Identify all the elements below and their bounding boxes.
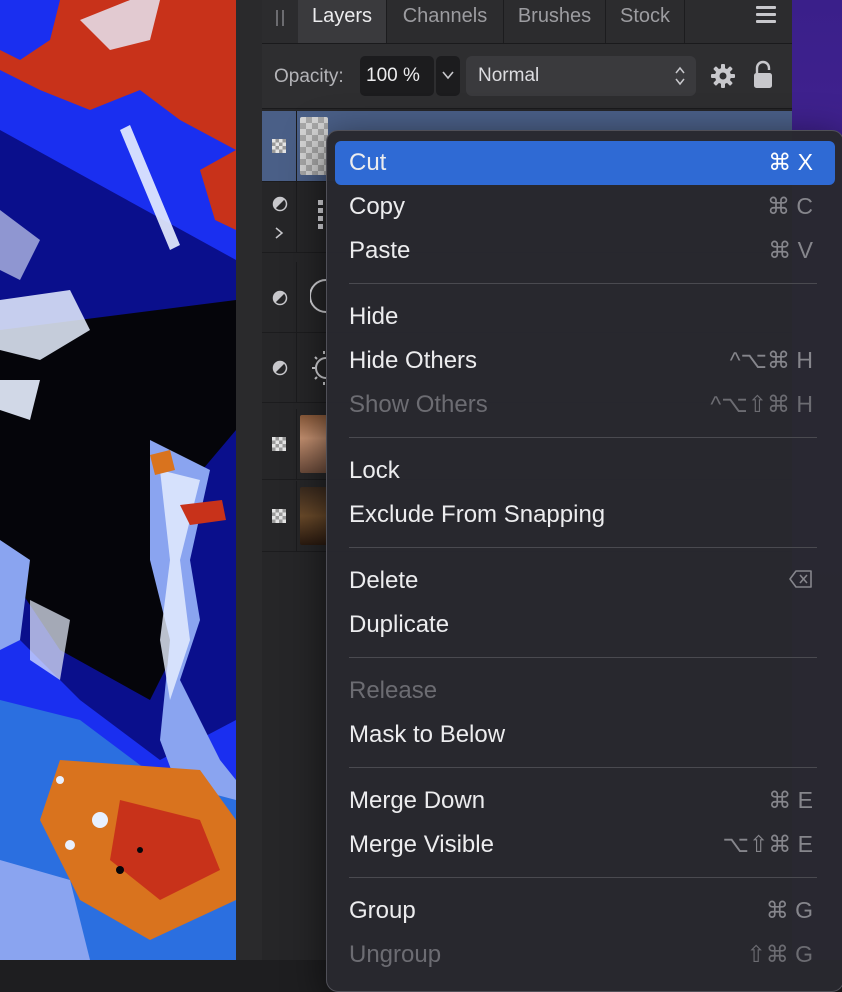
menu-item-label: Delete <box>349 567 419 594</box>
menu-separator <box>349 767 817 768</box>
menu-item-label: Hide <box>349 303 399 330</box>
grip-icon[interactable] <box>276 10 286 26</box>
menu-item-shortcut: ⌥⇧⌘ E <box>722 831 813 857</box>
menu-item-cut[interactable]: Cut ⌘ X <box>335 141 835 185</box>
canvas-artwork <box>0 0 236 960</box>
menu-item-label: Lock <box>349 457 400 484</box>
layer-thumbnail <box>300 117 328 175</box>
layer-type-cell <box>262 409 297 479</box>
menu-item-show-others[interactable]: Show Others ^⌥⇧⌘ H <box>335 383 835 427</box>
menu-item-exclude-from-snapping[interactable]: Exclude From Snapping <box>335 493 835 537</box>
tab-brushes[interactable]: Brushes <box>504 0 606 43</box>
blend-mode-select[interactable]: Normal <box>466 56 696 96</box>
menu-item-label: Duplicate <box>349 611 450 638</box>
layer-type-cell <box>262 262 297 332</box>
menu-item-shortcut: ^⌥⌘ H <box>729 347 813 373</box>
tab-layers[interactable]: Layers <box>298 0 387 43</box>
layer-thumbnail <box>300 415 328 473</box>
menu-item-shortcut: ⌘ V <box>768 237 813 263</box>
menu-item-hide-others[interactable]: Hide Others ^⌥⌘ H <box>335 339 835 383</box>
gear-icon[interactable] <box>710 63 736 89</box>
tab-channels[interactable]: Channels <box>387 0 504 43</box>
menu-item-paste[interactable]: Paste ⌘ V <box>335 229 835 273</box>
half-circle-icon <box>272 290 288 306</box>
menu-item-release[interactable]: Release <box>335 669 835 713</box>
menu-separator <box>349 547 817 548</box>
opacity-dropdown-button[interactable] <box>436 56 460 96</box>
checkerboard-icon <box>272 437 286 451</box>
layer-type-cell <box>262 481 297 551</box>
menu-separator <box>349 437 817 438</box>
layer-options-bar: Opacity: 100 % Normal <box>262 44 792 109</box>
half-circle-icon <box>272 360 288 376</box>
menu-item-duplicate[interactable]: Duplicate <box>335 603 835 647</box>
checkerboard-icon <box>272 139 286 153</box>
hamburger-menu-icon[interactable] <box>756 6 776 24</box>
menu-item-hide[interactable]: Hide <box>335 295 835 339</box>
delete-key-icon <box>789 570 812 588</box>
up-down-chevron-icon <box>675 66 685 86</box>
menu-separator <box>349 283 817 284</box>
menu-item-shortcut: ⌘ G <box>765 897 813 923</box>
layer-thumbnail <box>300 487 328 545</box>
chevron-right-icon[interactable] <box>273 226 285 240</box>
menu-item-delete[interactable]: Delete <box>335 559 835 603</box>
group-layer-icon <box>318 200 323 229</box>
opacity-field[interactable]: 100 % <box>360 56 434 96</box>
menu-item-shortcut: ⌘ X <box>768 149 813 175</box>
menu-item-shortcut: ⌘ C <box>767 193 813 219</box>
menu-item-lock[interactable]: Lock <box>335 449 835 493</box>
lock-icon[interactable] <box>752 60 774 90</box>
menu-separator <box>349 877 817 878</box>
menu-item-group[interactable]: Group ⌘ G <box>335 889 835 933</box>
menu-item-label: Group <box>349 897 416 924</box>
menu-item-shortcut: ⇧⌘ G <box>746 941 813 967</box>
layer-context-menu: Cut ⌘ X Copy ⌘ C Paste ⌘ V Hide Hide Oth… <box>326 130 842 992</box>
half-circle-icon <box>272 196 288 212</box>
menu-separator <box>349 657 817 658</box>
menu-item-label: Ungroup <box>349 941 442 968</box>
checkerboard-icon <box>272 509 286 523</box>
menu-item-label: Hide Others <box>349 347 478 374</box>
panel-tab-bar: Layers Channels Brushes Stock <box>262 0 792 44</box>
menu-item-mask-to-below[interactable]: Mask to Below <box>335 713 835 757</box>
menu-item-label: Copy <box>349 193 406 220</box>
menu-item-shortcut: ^⌥⇧⌘ H <box>710 391 813 417</box>
layer-type-cell <box>262 182 297 252</box>
tab-stock[interactable]: Stock <box>606 0 685 43</box>
menu-item-merge-down[interactable]: Merge Down ⌘ E <box>335 779 835 823</box>
menu-item-ungroup[interactable]: Ungroup ⇧⌘ G <box>335 933 835 977</box>
menu-item-label: Cut <box>349 149 387 176</box>
menu-item-label: Exclude From Snapping <box>349 501 606 528</box>
menu-item-label: Merge Down <box>349 787 486 814</box>
menu-item-label: Merge Visible <box>349 831 494 858</box>
layer-type-cell <box>262 111 297 181</box>
document-canvas[interactable] <box>0 0 236 960</box>
adjustment-layer-icon <box>310 279 326 313</box>
menu-item-label: Mask to Below <box>349 721 506 748</box>
chevron-down-icon <box>442 71 454 80</box>
menu-item-shortcut: ⌘ E <box>768 787 813 813</box>
canvas-scroll-edge <box>236 0 262 960</box>
menu-item-label: Show Others <box>349 391 488 418</box>
menu-item-merge-visible[interactable]: Merge Visible ⌥⇧⌘ E <box>335 823 835 867</box>
blend-mode-value: Normal <box>478 65 540 86</box>
opacity-label: Opacity: <box>274 66 344 87</box>
menu-item-label: Release <box>349 677 438 704</box>
layer-type-cell <box>262 332 297 402</box>
menu-item-copy[interactable]: Copy ⌘ C <box>335 185 835 229</box>
brightness-icon <box>312 351 326 385</box>
menu-item-label: Paste <box>349 237 411 264</box>
